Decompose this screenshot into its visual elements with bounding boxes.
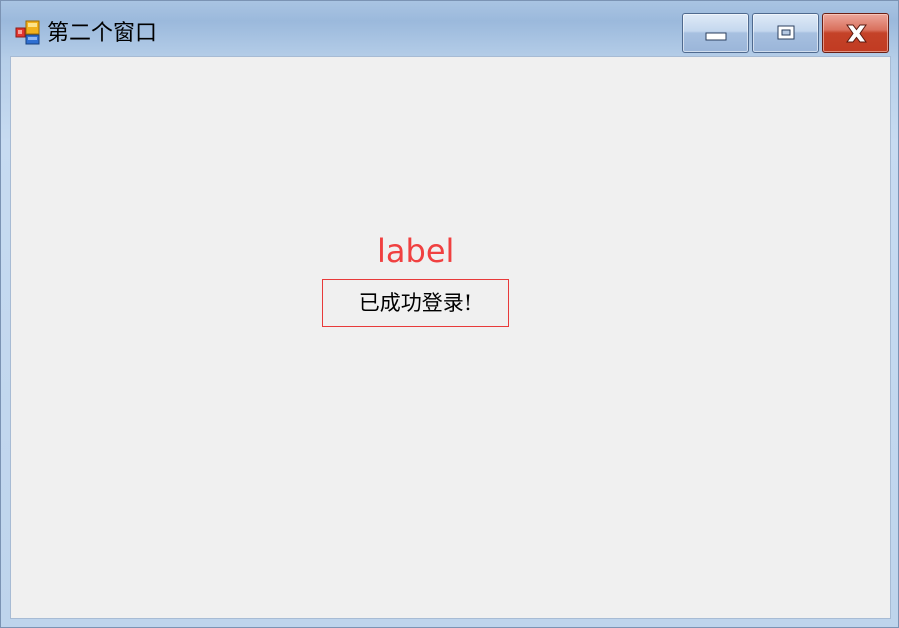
close-icon (846, 24, 867, 43)
app-icon[interactable] (15, 20, 41, 46)
login-status-text: 已成功登录! (358, 291, 473, 315)
status-box: 已成功登录! (322, 279, 509, 327)
app-window: 第二个窗口 label 已成功登录! (0, 0, 899, 628)
maximize-button[interactable] (752, 13, 819, 53)
client-area: label 已成功登录! (10, 56, 891, 619)
window-title: 第二个窗口 (47, 21, 158, 46)
minimize-button[interactable] (682, 13, 749, 53)
label-text: label (377, 232, 455, 270)
minimize-icon (705, 32, 727, 41)
close-button[interactable] (822, 13, 889, 53)
maximize-icon (777, 25, 795, 40)
title-bar[interactable]: 第二个窗口 (1, 1, 898, 56)
